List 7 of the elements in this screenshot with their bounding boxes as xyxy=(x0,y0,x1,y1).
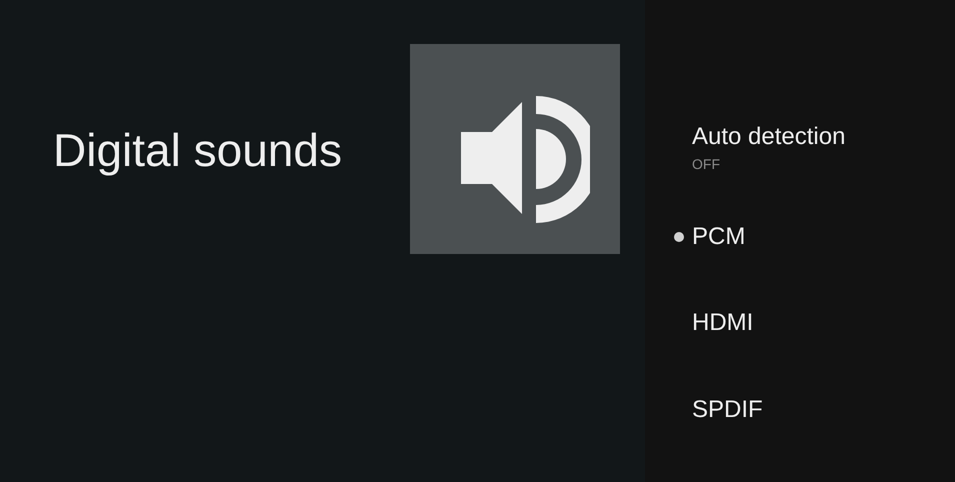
menu-item[interactable]: PCM xyxy=(692,222,746,250)
page-title: Digital sounds xyxy=(53,123,343,178)
menu-item[interactable]: Auto detection xyxy=(692,122,955,152)
speaker-icon xyxy=(410,44,620,254)
menu-item[interactable]: SPDIF xyxy=(692,396,763,424)
setting-value: OFF xyxy=(692,155,721,174)
menu-item[interactable]: HDMI xyxy=(692,309,754,336)
